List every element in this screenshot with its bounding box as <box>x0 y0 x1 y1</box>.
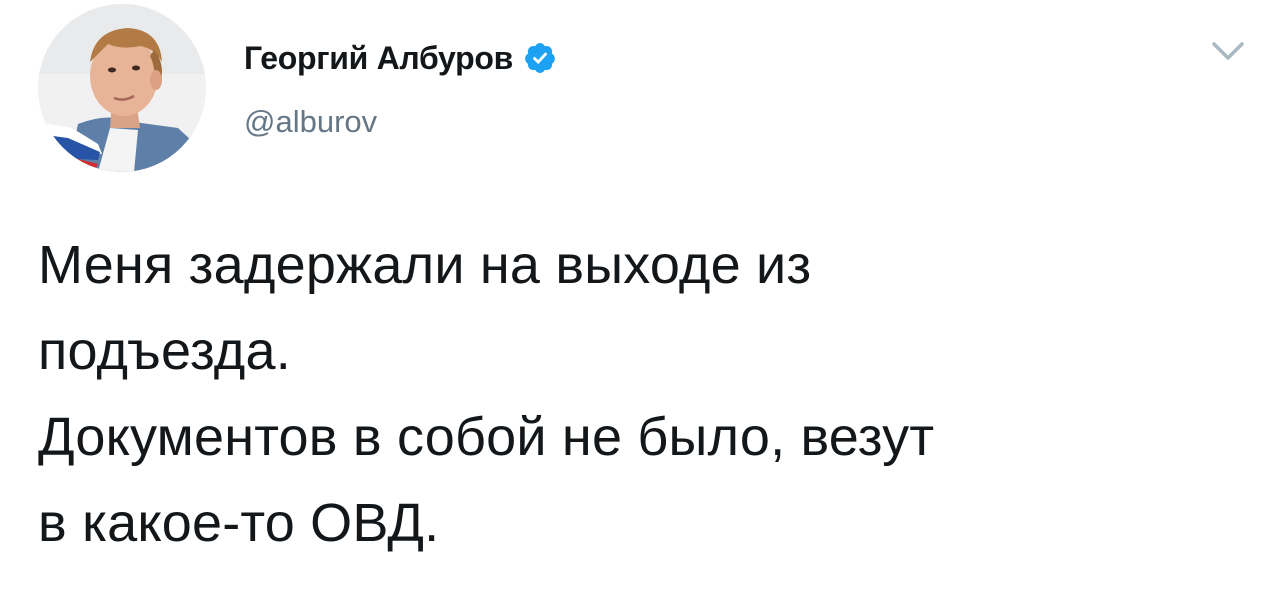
author-handle[interactable]: @alburov <box>244 104 377 140</box>
avatar[interactable] <box>38 4 206 172</box>
profile-photo-icon <box>38 4 206 172</box>
verified-badge-icon <box>523 41 557 75</box>
display-name[interactable]: Георгий Албуров <box>244 40 513 77</box>
tweet-text: Меня задержали на выходе из подъезда. До… <box>38 222 1258 566</box>
tweet-text-line: Меня задержали на выходе из <box>38 235 812 295</box>
tweet-text-line: подъезда. <box>38 321 291 381</box>
tweet-text-line: Документов в собой не было, везут <box>38 407 935 467</box>
tweet-card: Георгий Албуров @alburov Меня задержали … <box>0 0 1280 595</box>
author-name-row[interactable]: Георгий Албуров <box>244 34 557 82</box>
tweet-text-line: в какое-то ОВД. <box>38 493 440 553</box>
chevron-down-icon[interactable] <box>1210 38 1246 66</box>
